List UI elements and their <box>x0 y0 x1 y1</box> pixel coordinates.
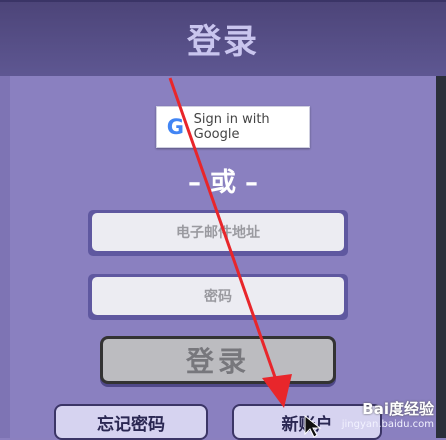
watermark: Bai度经验 jingyan.baidu.com <box>342 398 434 430</box>
arrow-shaft <box>168 77 278 381</box>
arrow-head <box>262 374 292 408</box>
watermark-brand: Bai度经验 <box>362 400 434 418</box>
mouse-cursor-icon <box>304 414 322 438</box>
annotation-arrow <box>168 77 322 438</box>
watermark-url: jingyan.baidu.com <box>341 419 434 430</box>
